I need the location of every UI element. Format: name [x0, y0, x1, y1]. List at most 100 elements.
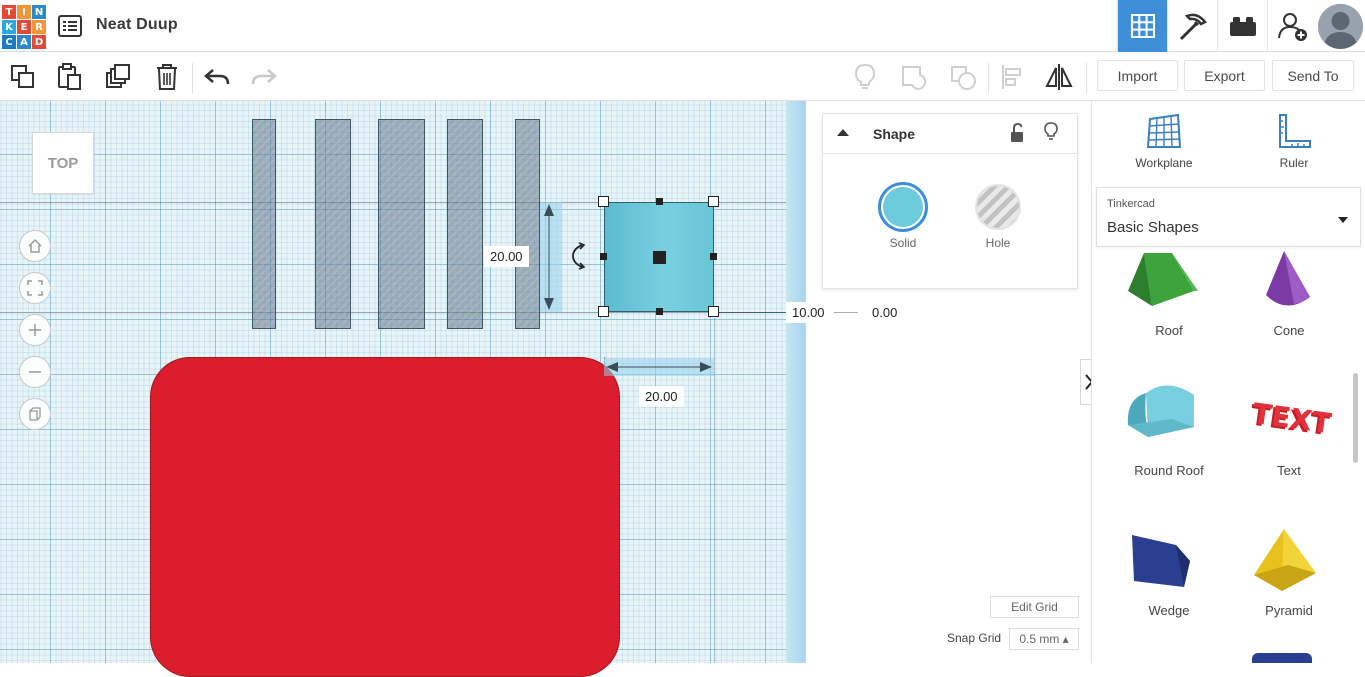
- logo-letter: K: [2, 20, 16, 34]
- hole-shape[interactable]: [515, 119, 540, 329]
- panel-scrollbar[interactable]: [1353, 373, 1358, 463]
- tinkercad-logo[interactable]: TIN KER CAD: [2, 5, 46, 49]
- hole-shape[interactable]: [315, 119, 351, 329]
- position-x-label[interactable]: 10.00: [786, 302, 831, 323]
- workplane-label: Workplane: [1135, 156, 1193, 170]
- perspective-button[interactable]: [19, 398, 51, 430]
- wedge-icon: [1132, 535, 1190, 587]
- red-box-shape[interactable]: [150, 357, 620, 677]
- solid-swatch: [883, 187, 923, 227]
- width-dimension-label[interactable]: 20.00: [639, 386, 684, 407]
- shape-tile-cone[interactable]: Cone: [1229, 251, 1349, 391]
- group-button[interactable]: [897, 61, 931, 93]
- height-dimension-arrow: [544, 204, 554, 310]
- resize-handle[interactable]: [598, 196, 609, 207]
- shapes-panel: Workplane Ruler Tinkercad Basic Shapes R…: [1091, 101, 1365, 663]
- top-header: TIN KER CAD Neat Duup: [0, 0, 1365, 52]
- shape-tile-wedge[interactable]: Wedge: [1109, 521, 1229, 661]
- mirror-button[interactable]: [1042, 61, 1076, 93]
- shape-label: Roof: [1155, 323, 1183, 338]
- workplane-tool[interactable]: Workplane: [1119, 113, 1209, 170]
- user-avatar[interactable]: [1318, 4, 1363, 49]
- zoom-out-button[interactable]: [19, 356, 51, 388]
- guide-line: [714, 318, 715, 663]
- shape-tile-text[interactable]: TEXT TEXT Text: [1229, 381, 1349, 521]
- resize-handle[interactable]: [708, 196, 719, 207]
- pickaxe-icon: [1179, 13, 1207, 41]
- add-collaborator-button[interactable]: [1267, 0, 1317, 52]
- next-shape-peek: [1252, 653, 1312, 663]
- group-icon: [902, 66, 927, 90]
- grid-icon: [1130, 14, 1155, 38]
- zoom-in-button[interactable]: [19, 314, 51, 346]
- text-shape-icon: TEXT TEXT: [1248, 397, 1334, 442]
- dropdown-caret-icon: [1338, 217, 1348, 223]
- collapse-caret-icon[interactable]: [836, 127, 850, 137]
- edge-handle[interactable]: [656, 198, 663, 205]
- hole-option[interactable]: [975, 184, 1021, 230]
- ungroup-button[interactable]: [946, 61, 980, 93]
- hole-label: Hole: [985, 236, 1011, 250]
- shape-label: Text: [1277, 463, 1301, 478]
- hole-shape[interactable]: [378, 119, 425, 329]
- duplicate-button[interactable]: [102, 61, 136, 93]
- mirror-icon: [1045, 64, 1073, 90]
- home-icon: [28, 238, 42, 253]
- import-button[interactable]: Import: [1097, 60, 1178, 91]
- export-button[interactable]: Export: [1184, 60, 1265, 91]
- resize-handle[interactable]: [598, 306, 609, 317]
- show-all-button[interactable]: [848, 61, 882, 93]
- shape-library-select[interactable]: Tinkercad Basic Shapes: [1096, 187, 1361, 247]
- copy-icon: [11, 65, 34, 88]
- delete-button[interactable]: [150, 61, 184, 93]
- height-handle[interactable]: [653, 251, 666, 264]
- hole-shape[interactable]: [252, 119, 276, 329]
- align-button[interactable]: [995, 61, 1029, 93]
- round-roof-icon: [1127, 385, 1194, 437]
- send-to-button[interactable]: Send To: [1272, 60, 1354, 91]
- brick-icon: [1229, 17, 1256, 36]
- inspector-title: Shape: [873, 126, 916, 142]
- view-cube[interactable]: TOP: [32, 132, 94, 194]
- ruler-tool[interactable]: Ruler: [1249, 113, 1339, 170]
- hole-shape[interactable]: [447, 119, 483, 329]
- copy-button[interactable]: [6, 61, 40, 93]
- logo-letter: A: [17, 35, 31, 49]
- shape-tile-round-roof[interactable]: Round Roof: [1109, 381, 1229, 521]
- undo-icon: [204, 69, 230, 85]
- unlock-icon[interactable]: [1009, 123, 1025, 143]
- height-dimension-label[interactable]: 20.00: [484, 246, 529, 267]
- logo-letter: N: [32, 5, 46, 19]
- shape-tile-pyramid[interactable]: Pyramid: [1229, 521, 1349, 661]
- shape-label: Wedge: [1148, 603, 1190, 618]
- bricks-view-button[interactable]: [1217, 0, 1267, 52]
- codeblocks-view-button[interactable]: [1167, 0, 1217, 52]
- logo-letter: T: [2, 5, 16, 19]
- shape-tile-roof[interactable]: Roof: [1109, 251, 1229, 391]
- edit-grid-button[interactable]: Edit Grid: [990, 596, 1079, 618]
- redo-button[interactable]: [247, 61, 281, 93]
- svg-text:TEXT: TEXT: [1251, 397, 1334, 441]
- visibility-lightbulb-icon[interactable]: [1044, 122, 1058, 142]
- home-view-button[interactable]: [19, 230, 51, 262]
- fit-view-button[interactable]: [19, 272, 51, 304]
- 3d-design-view-button[interactable]: [1117, 0, 1167, 52]
- edge-handle[interactable]: [656, 308, 663, 315]
- duplicate-icon: [106, 64, 130, 88]
- rotate-handle-icon[interactable]: [570, 242, 588, 270]
- ruler-label: Ruler: [1279, 156, 1309, 170]
- design-title[interactable]: Neat Duup: [96, 16, 178, 34]
- edge-handle[interactable]: [600, 253, 607, 260]
- design-menu-icon[interactable]: [58, 15, 82, 37]
- snap-grid-select[interactable]: 0.5 mm ▴: [1009, 628, 1079, 650]
- edge-handle[interactable]: [710, 253, 717, 260]
- shape-inspector: Shape Solid Hole: [822, 113, 1078, 289]
- resize-handle[interactable]: [708, 306, 719, 317]
- undo-button[interactable]: [200, 61, 234, 93]
- solid-option[interactable]: [878, 182, 928, 232]
- fit-view-icon: [27, 280, 43, 296]
- position-y-label[interactable]: 0.00: [866, 302, 904, 323]
- cone-icon: [1266, 251, 1310, 306]
- paste-button[interactable]: [53, 61, 87, 93]
- library-value: Basic Shapes: [1107, 219, 1199, 236]
